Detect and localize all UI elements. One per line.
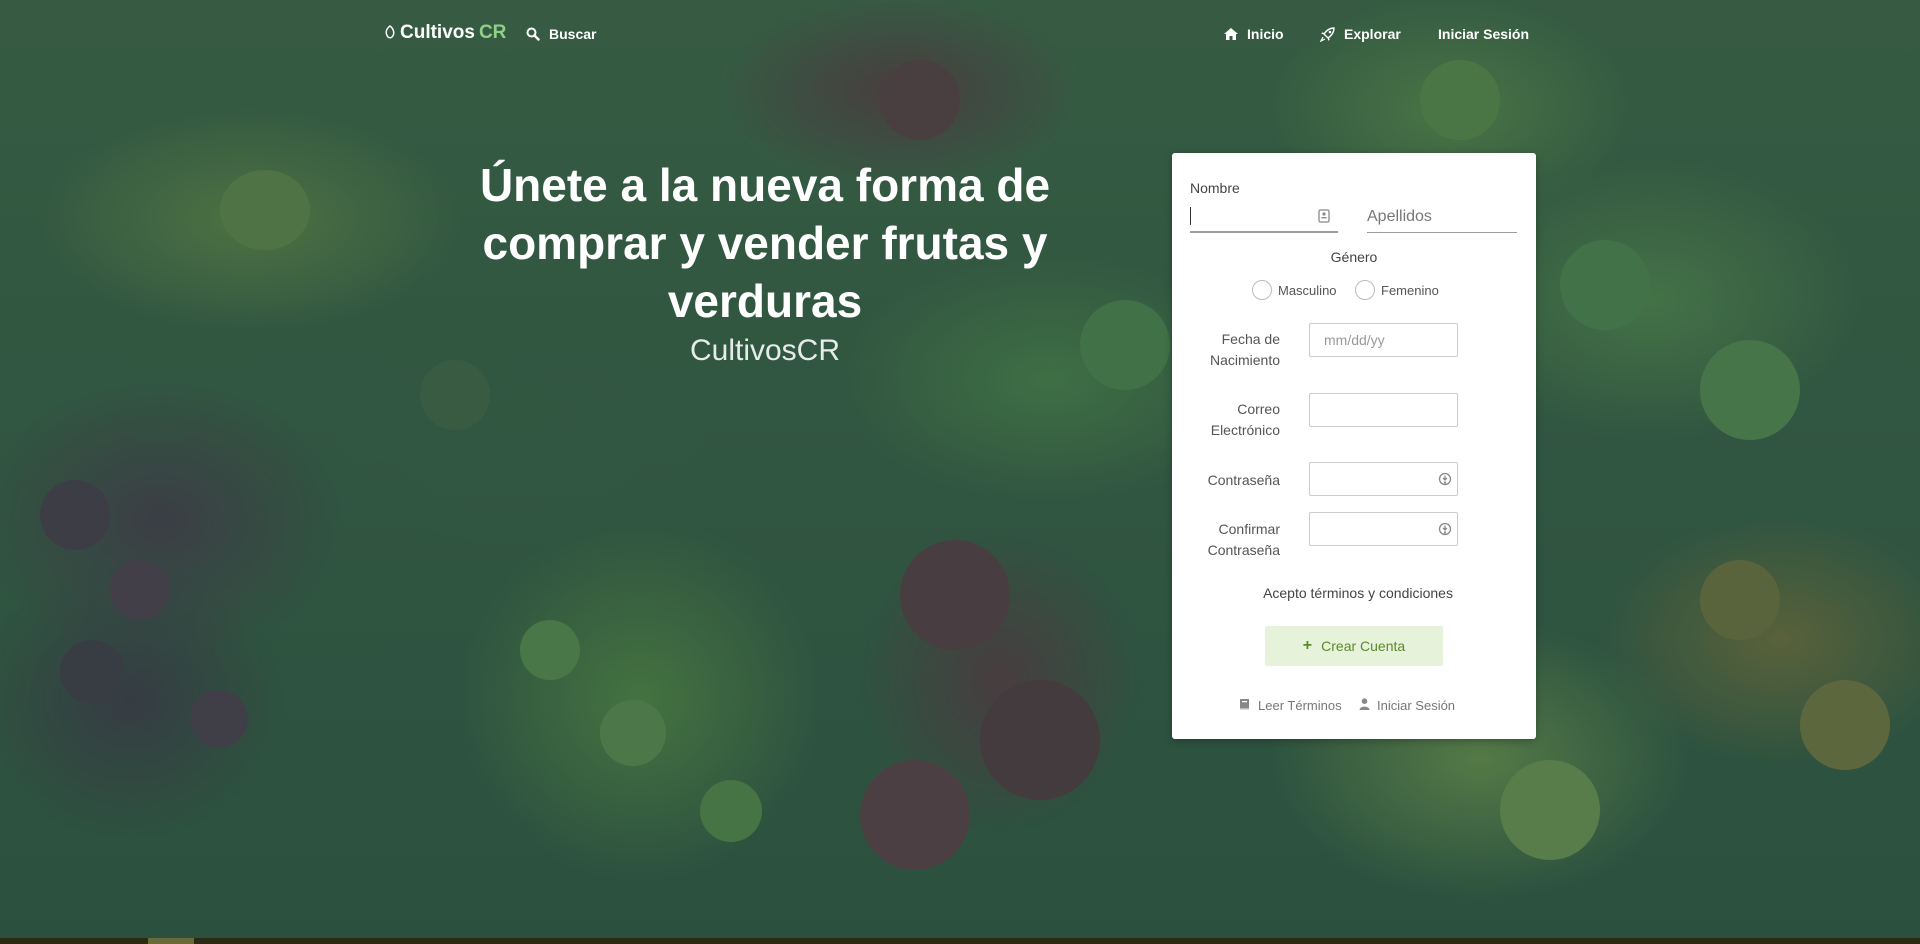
hero-title: Únete a la nueva forma de comprar y vend… — [479, 159, 1051, 327]
radio-femenino[interactable]: Femenino — [1355, 280, 1439, 300]
login-link[interactable]: Iniciar Sesión — [1359, 698, 1455, 713]
confirm-toggle-icon[interactable] — [1438, 522, 1452, 539]
birth-date-input[interactable]: mm/dd/yy — [1309, 323, 1458, 357]
read-terms-label: Leer Términos — [1258, 698, 1342, 713]
plus-icon: + — [1302, 637, 1313, 654]
nav-explorar[interactable]: Explorar — [1320, 26, 1401, 42]
email-input[interactable] — [1309, 393, 1458, 427]
radio-circle[interactable] — [1355, 280, 1375, 300]
registration-form: Nombre Apellidos Género Masculino Femeni… — [1172, 153, 1536, 739]
home-icon — [1224, 28, 1238, 40]
genero-label: Género — [1330, 249, 1378, 265]
nombre-label: Nombre — [1190, 180, 1240, 196]
brand-accent: CR — [478, 22, 507, 43]
radio-masculino-label: Masculino — [1278, 282, 1337, 298]
id-card-icon — [1318, 209, 1330, 228]
rocket-icon — [1320, 26, 1335, 42]
nav-explorar-label: Explorar — [1344, 26, 1401, 42]
radio-masculino[interactable]: Masculino — [1252, 280, 1337, 300]
navbar: Cultivos CR Buscar Inicio Explorar Inici… — [0, 0, 1920, 68]
password-toggle-icon[interactable] — [1438, 472, 1452, 489]
hero: Únete a la nueva forma de comprar y vend… — [440, 156, 1090, 368]
password-input[interactable] — [1309, 462, 1458, 496]
text-caret — [1190, 207, 1191, 225]
brand-name: Cultivos — [400, 22, 475, 43]
create-account-button[interactable]: + Crear Cuenta — [1265, 626, 1443, 666]
confirm-password-label: Confirmar Contraseña — [1207, 521, 1280, 558]
user-icon — [1359, 698, 1370, 713]
nav-inicio[interactable]: Inicio — [1224, 26, 1284, 42]
bottom-bar-nub — [148, 938, 194, 944]
nav-inicio-label: Inicio — [1247, 26, 1284, 42]
nombre-input[interactable] — [1190, 201, 1338, 233]
brand-logo[interactable]: Cultivos CR — [384, 22, 506, 44]
birth-label: Fecha de Nacimiento — [1209, 331, 1280, 368]
background-overlay — [0, 0, 1920, 944]
password-label: Contraseña — [1207, 472, 1280, 488]
nav-login-label: Iniciar Sesión — [1438, 26, 1530, 42]
leaf-icon — [384, 24, 396, 42]
radio-femenino-label: Femenino — [1381, 282, 1439, 298]
bottom-bar — [0, 938, 1920, 944]
radio-circle[interactable] — [1252, 280, 1272, 300]
search-link[interactable]: Buscar — [526, 26, 596, 42]
confirm-password-input[interactable] — [1309, 512, 1458, 546]
login-link-label: Iniciar Sesión — [1377, 698, 1456, 713]
terms-checkbox-label[interactable]: Acepto términos y condiciones — [1172, 585, 1544, 601]
nav-iniciar-sesion[interactable]: Iniciar Sesión — [1438, 26, 1529, 42]
read-terms-link[interactable]: Leer Términos — [1238, 698, 1342, 713]
hero-subtitle: CultivosCR — [689, 334, 841, 367]
create-account-label: Crear Cuenta — [1321, 638, 1406, 654]
apellidos-input[interactable]: Apellidos — [1367, 201, 1517, 233]
book-icon — [1238, 698, 1251, 713]
search-label: Buscar — [549, 26, 597, 42]
email-label: Correo Electrónico — [1210, 401, 1280, 438]
search-icon — [526, 27, 540, 41]
